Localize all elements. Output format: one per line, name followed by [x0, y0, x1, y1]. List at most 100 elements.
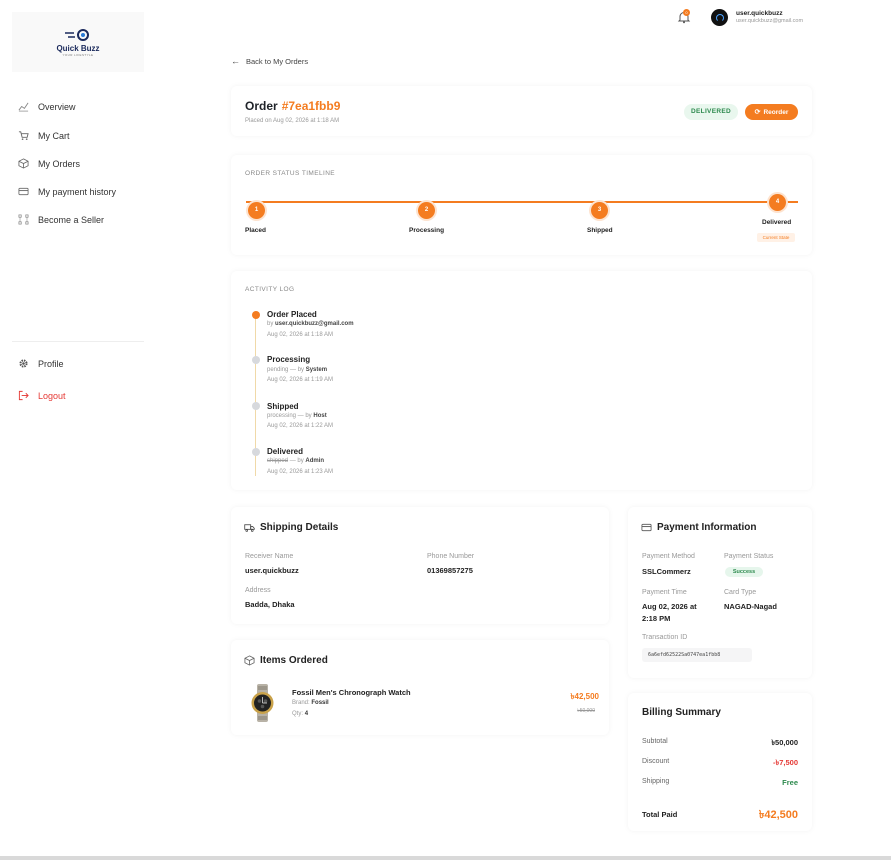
activity-actor: by user.quickbuzz@gmail.com [267, 321, 354, 327]
activity-actor: processing — by Host [267, 413, 327, 419]
receiver-label: Receiver Name [245, 553, 294, 560]
timeline-step-shipped: 3 [591, 202, 608, 219]
card-type-label: Card Type [724, 589, 757, 596]
logo-text: Quick Buzz [56, 43, 100, 53]
sidebar-item-profile[interactable]: Profile [18, 358, 64, 369]
payment-method-label: Payment Method [642, 553, 695, 560]
cart-icon [18, 131, 29, 140]
network-icon [18, 214, 29, 225]
user-name[interactable]: user.quickbuzz [736, 10, 783, 17]
sidebar-item-label: Become a Seller [38, 214, 105, 225]
card-icon [18, 187, 29, 196]
back-label: Back to My Orders [246, 56, 309, 66]
shipping-heading: Shipping Details [244, 522, 338, 533]
order-id: #7ea1fbb9 [281, 99, 341, 113]
logout-icon [18, 390, 29, 401]
payment-heading-text: Payment Information [657, 522, 757, 533]
reorder-label: Reorder [763, 108, 789, 116]
arrow-left-icon: ← [231, 56, 240, 66]
sidebar-item-label: My Cart [38, 130, 70, 141]
logout-label: Logout [38, 390, 66, 401]
phone-value: 01369857275 [427, 566, 473, 575]
timeline-progress-line [246, 201, 798, 203]
shipping-heading-text: Shipping Details [260, 522, 339, 533]
bottom-scrollbar[interactable] [0, 856, 891, 860]
reorder-button[interactable]: ⟳ Reorder [745, 104, 798, 120]
timeline-label: Processing [409, 227, 445, 234]
order-title-prefix: Order [245, 99, 278, 113]
sidebar-item-become-seller[interactable]: Become a Seller [18, 214, 104, 225]
activity-title: Delivered [267, 447, 304, 456]
sidebar: Quick Buzz YOUR LIFESTYLE Overview My Ca… [0, 0, 160, 856]
timeline-label: Shipped [587, 227, 613, 234]
items-heading-text: Items Ordered [260, 655, 328, 666]
timeline-label: Delivered [762, 219, 792, 226]
logo-mark-icon [65, 28, 89, 41]
sidebar-item-my-orders[interactable]: My Orders [18, 158, 80, 169]
payment-time-line1: Aug 02, 2026 at [642, 602, 697, 611]
transaction-id-value[interactable]: 6a6efd62522Sa0747ea1fbb8 [642, 648, 752, 662]
sidebar-item-payment-history[interactable]: My payment history [18, 186, 116, 197]
activity-time: Aug 02, 2026 at 1:23 AM [267, 469, 334, 475]
total-paid-value: ৳42,500 [758, 809, 798, 821]
timeline-heading: ORDER STATUS TIMELINE [245, 170, 336, 177]
sidebar-item-label: Overview [38, 101, 76, 112]
item-brand: Brand: Fossil [292, 700, 329, 706]
subtotal-label: Subtotal [642, 738, 668, 745]
activity-dot [252, 402, 260, 410]
truck-icon [244, 524, 255, 532]
phone-label: Phone Number [427, 553, 475, 560]
total-paid-label: Total Paid [642, 810, 678, 819]
avatar[interactable] [711, 9, 728, 26]
sidebar-item-overview[interactable]: Overview [18, 101, 76, 112]
activity-time: Aug 02, 2026 at 1:22 AM [267, 423, 334, 429]
main-content: 0 user.quickbuzz user.quickbuzz@gmail.co… [160, 0, 891, 856]
activity-title: Shipped [267, 402, 299, 411]
logout-button[interactable]: Logout [18, 390, 66, 401]
activity-dot [252, 356, 260, 364]
address-label: Address [245, 587, 271, 594]
notification-badge: 0 [683, 9, 690, 16]
timeline-step-processing: 2 [418, 202, 435, 219]
current-state-badge: Current State [757, 233, 795, 242]
activity-time: Aug 02, 2026 at 1:19 AM [267, 377, 334, 383]
gear-icon [19, 359, 28, 368]
receiver-value: user.quickbuzz [245, 566, 299, 575]
back-to-orders-link[interactable]: ← Back to My Orders [231, 56, 308, 66]
item-name[interactable]: Fossil Men's Chronograph Watch [292, 688, 411, 697]
payment-method-value: SSLCommerz [642, 567, 691, 576]
activity-title: Processing [267, 355, 311, 364]
sidebar-divider [12, 341, 144, 342]
product-image[interactable] [250, 684, 275, 722]
card-type-value: NAGAD-Nagad [724, 602, 777, 611]
user-email: user.quickbuzz@gmail.com [736, 18, 804, 24]
sidebar-item-label: My Orders [38, 158, 81, 169]
refresh-icon: ⟳ [754, 109, 761, 116]
item-original-price: ৳50,000 [577, 708, 595, 714]
activity-title: Order Placed [267, 310, 317, 319]
shipping-cost-label: Shipping [642, 778, 670, 785]
transaction-id-label: Transaction ID [642, 634, 688, 641]
address-value: Badda, Dhaka [245, 600, 295, 609]
payment-status-badge: Success [725, 567, 763, 577]
activity-actor: shipped — by Admin [267, 458, 325, 464]
subtotal-value: ৳50,000 [771, 738, 798, 747]
sidebar-item-label: Profile [38, 358, 64, 369]
activity-dot [252, 311, 260, 319]
activity-dot [252, 448, 260, 456]
timeline-step-delivered: 4 [769, 194, 786, 211]
page-title: Order #7ea1fbb9 [245, 99, 340, 113]
chart-line-icon [18, 102, 29, 112]
item-qty: Qty: 4 [292, 711, 309, 717]
payment-time-line2: 2:18 PM [642, 614, 671, 623]
timeline-label: Placed [245, 227, 266, 234]
sidebar-item-label: My payment history [38, 186, 117, 197]
items-heading: Items Ordered [244, 655, 328, 666]
activity-heading: ACTIVITY LOG [245, 286, 295, 293]
sidebar-item-my-cart[interactable]: My Cart [18, 130, 70, 141]
box-icon [244, 655, 255, 666]
shipping-cost-value: Free [782, 778, 798, 787]
discount-label: Discount [642, 758, 670, 765]
logo[interactable]: Quick Buzz YOUR LIFESTYLE [12, 12, 144, 72]
discount-value: -৳7,500 [772, 758, 798, 767]
